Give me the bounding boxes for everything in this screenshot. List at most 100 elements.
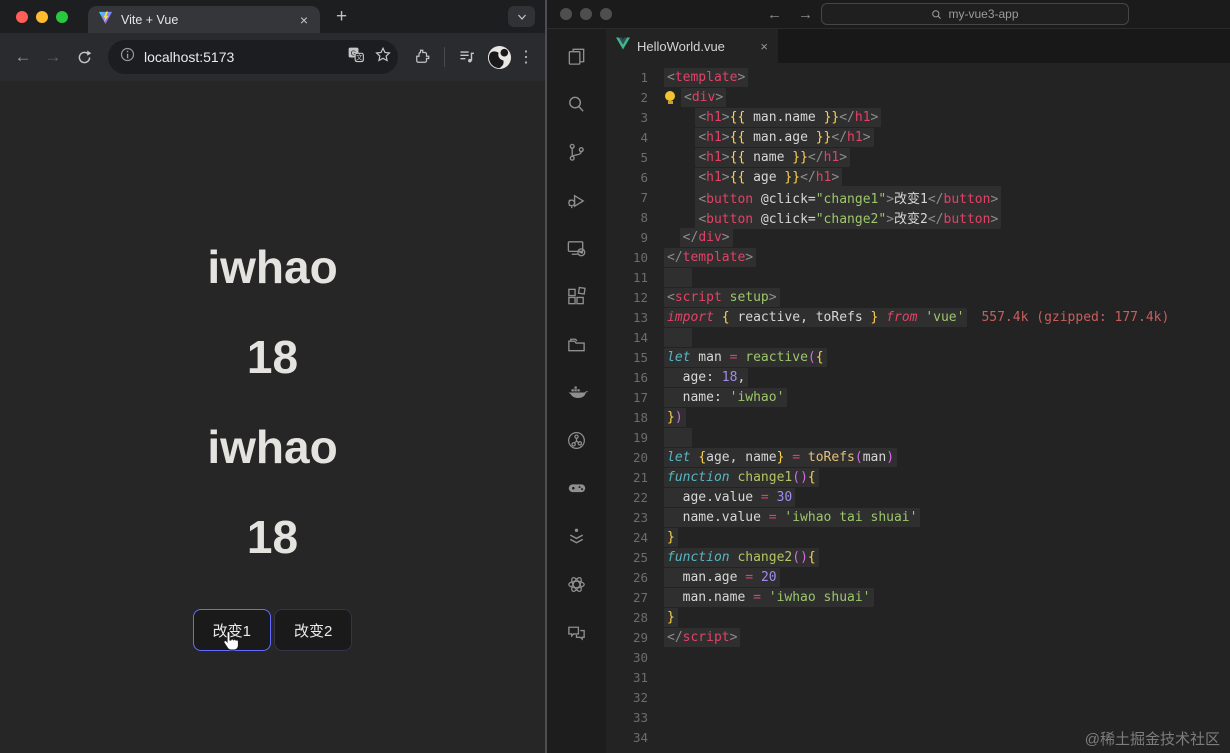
source-control-icon[interactable] (547, 128, 606, 176)
tab-close-icon[interactable]: × (298, 12, 310, 28)
editor-tabbar: HelloWorld.vue × (606, 29, 1230, 63)
line-number: 15 (632, 349, 648, 365)
tab-close-icon[interactable]: × (760, 39, 768, 54)
collections-icon[interactable] (547, 512, 606, 560)
change2-button[interactable]: 改变2 (274, 609, 353, 651)
code-line: 32 (606, 687, 1230, 707)
code-line: 16 age: 18, (606, 367, 1230, 387)
code-line: 9 </div> (606, 227, 1230, 247)
svg-text:文: 文 (356, 52, 363, 61)
extensions-puzzle-icon[interactable] (408, 48, 436, 66)
screenshot: Vite + Vue × + ← → localhost:5173 G文 ⋮ i… (0, 0, 1230, 753)
chevron-down-icon (517, 14, 526, 20)
watermark: @稀土掘金技术社区 (1084, 731, 1220, 748)
back-icon[interactable]: ← (767, 6, 782, 23)
reload-icon[interactable] (70, 49, 98, 66)
page-heading: 18 (246, 511, 299, 563)
line-number: 3 (640, 109, 648, 125)
extensions-icon[interactable] (547, 272, 606, 320)
page-heading: iwhao (207, 241, 338, 293)
git-graph-icon[interactable] (547, 416, 606, 464)
maximize-window-icon[interactable] (600, 8, 612, 20)
code-line: 5 <h1>{{ name }}</h1> (606, 147, 1230, 167)
line-number: 33 (632, 709, 648, 725)
browser-tab-title: Vite + Vue (121, 12, 179, 27)
browser-tab[interactable]: Vite + Vue × (88, 6, 320, 33)
maximize-window-icon[interactable] (56, 10, 68, 23)
remote-explorer-icon[interactable] (547, 224, 606, 272)
line-number: 6 (640, 169, 648, 185)
code-lines[interactable]: 1 <template> 2 <div> 3 <h1>{{ man.name }}</h… (606, 63, 1230, 753)
line-number: 26 (632, 569, 648, 585)
line-number: 7 (640, 189, 648, 205)
code-line: 1 <template> (606, 67, 1230, 87)
line-number: 24 (632, 529, 648, 545)
media-controls-icon[interactable] (453, 48, 481, 66)
close-window-icon[interactable] (560, 8, 572, 20)
code-line: 14 (606, 327, 1230, 347)
command-center-search[interactable]: my-vue3-app (821, 3, 1129, 25)
mouse-cursor (221, 630, 242, 657)
forward-icon[interactable]: → (40, 47, 66, 67)
profile-avatar[interactable] (485, 45, 513, 70)
folder-icon[interactable] (547, 320, 606, 368)
code-line: 18}) (606, 407, 1230, 427)
buttons-row: 改变1 改变2 (0, 609, 545, 651)
code-line: 23 name.value = 'iwhao tai shuai' (606, 507, 1230, 527)
line-number: 22 (632, 489, 648, 505)
toolbar-divider (444, 47, 445, 67)
line-number: 12 (632, 289, 648, 305)
bookmark-star-icon[interactable] (374, 46, 392, 69)
search-icon[interactable] (547, 80, 606, 128)
editor-area: HelloWorld.vue × 1 <template> 2 <div> 3 <h1>… (606, 29, 1230, 753)
lightbulb-icon[interactable] (664, 90, 677, 105)
back-icon[interactable]: ← (10, 47, 36, 67)
vscode-titlebar: ← → my-vue3-app (547, 0, 1230, 29)
line-number: 2 (640, 89, 648, 105)
line-number: 34 (632, 729, 648, 745)
traffic-lights (0, 10, 84, 23)
browser-menu-icon[interactable]: ⋮ (517, 47, 535, 67)
activity-bar (547, 29, 606, 753)
forward-icon[interactable]: → (798, 6, 813, 23)
line-number: 20 (632, 449, 648, 465)
code-line: 27 man.name = 'iwhao shuai' (606, 587, 1230, 607)
close-window-icon[interactable] (16, 10, 28, 23)
site-info-icon[interactable] (120, 47, 135, 67)
code-line: 25 function change2(){ (606, 547, 1230, 567)
minimize-window-icon[interactable] (36, 10, 48, 23)
openai-icon[interactable] (547, 560, 606, 608)
page-heading: 18 (246, 331, 299, 383)
line-number: 23 (632, 509, 648, 525)
code-line: 11 (606, 267, 1230, 287)
browser-window: Vite + Vue × + ← → localhost:5173 G文 ⋮ i… (0, 0, 547, 753)
gamepad-icon[interactable] (547, 464, 606, 512)
debug-icon[interactable] (547, 176, 606, 224)
code-line: 26 man.age = 20 (606, 567, 1230, 587)
url-bar[interactable]: localhost:5173 G文 (108, 40, 398, 74)
line-number: 9 (640, 229, 648, 245)
code-line: 31 (606, 667, 1230, 687)
line-number: 25 (632, 549, 648, 565)
editor-tab-helloworld[interactable]: HelloWorld.vue × (606, 29, 778, 63)
browser-toolbar: ← → localhost:5173 G文 ⋮ (0, 33, 545, 81)
code-line: 13 import { reactive, toRefs } from 'vue'… (606, 307, 1230, 327)
vite-favicon (98, 10, 113, 30)
import-cost-annotation: 557.4k (gzipped: 177.4k) (981, 309, 1170, 325)
line-number: 18 (632, 409, 648, 425)
editor-tab-label: HelloWorld.vue (637, 38, 725, 54)
new-tab-icon[interactable]: + (336, 6, 347, 28)
docker-icon[interactable] (547, 368, 606, 416)
chat-icon[interactable] (547, 608, 606, 656)
translate-icon[interactable]: G文 (347, 46, 365, 69)
code-line: 33 (606, 707, 1230, 727)
vscode-window: ← → my-vue3-app HelloWorld.vue × 1 <temp… (547, 0, 1230, 753)
workspace-name: my-vue3-app (948, 7, 1019, 21)
tab-search-button[interactable] (508, 6, 535, 27)
minimize-window-icon[interactable] (580, 8, 592, 20)
url-text[interactable]: localhost:5173 (144, 49, 338, 65)
code-line: 21 function change1(){ (606, 467, 1230, 487)
browser-tabstrip: Vite + Vue × + (0, 0, 545, 33)
explorer-icon[interactable] (547, 32, 606, 80)
code-line: 30 (606, 647, 1230, 667)
